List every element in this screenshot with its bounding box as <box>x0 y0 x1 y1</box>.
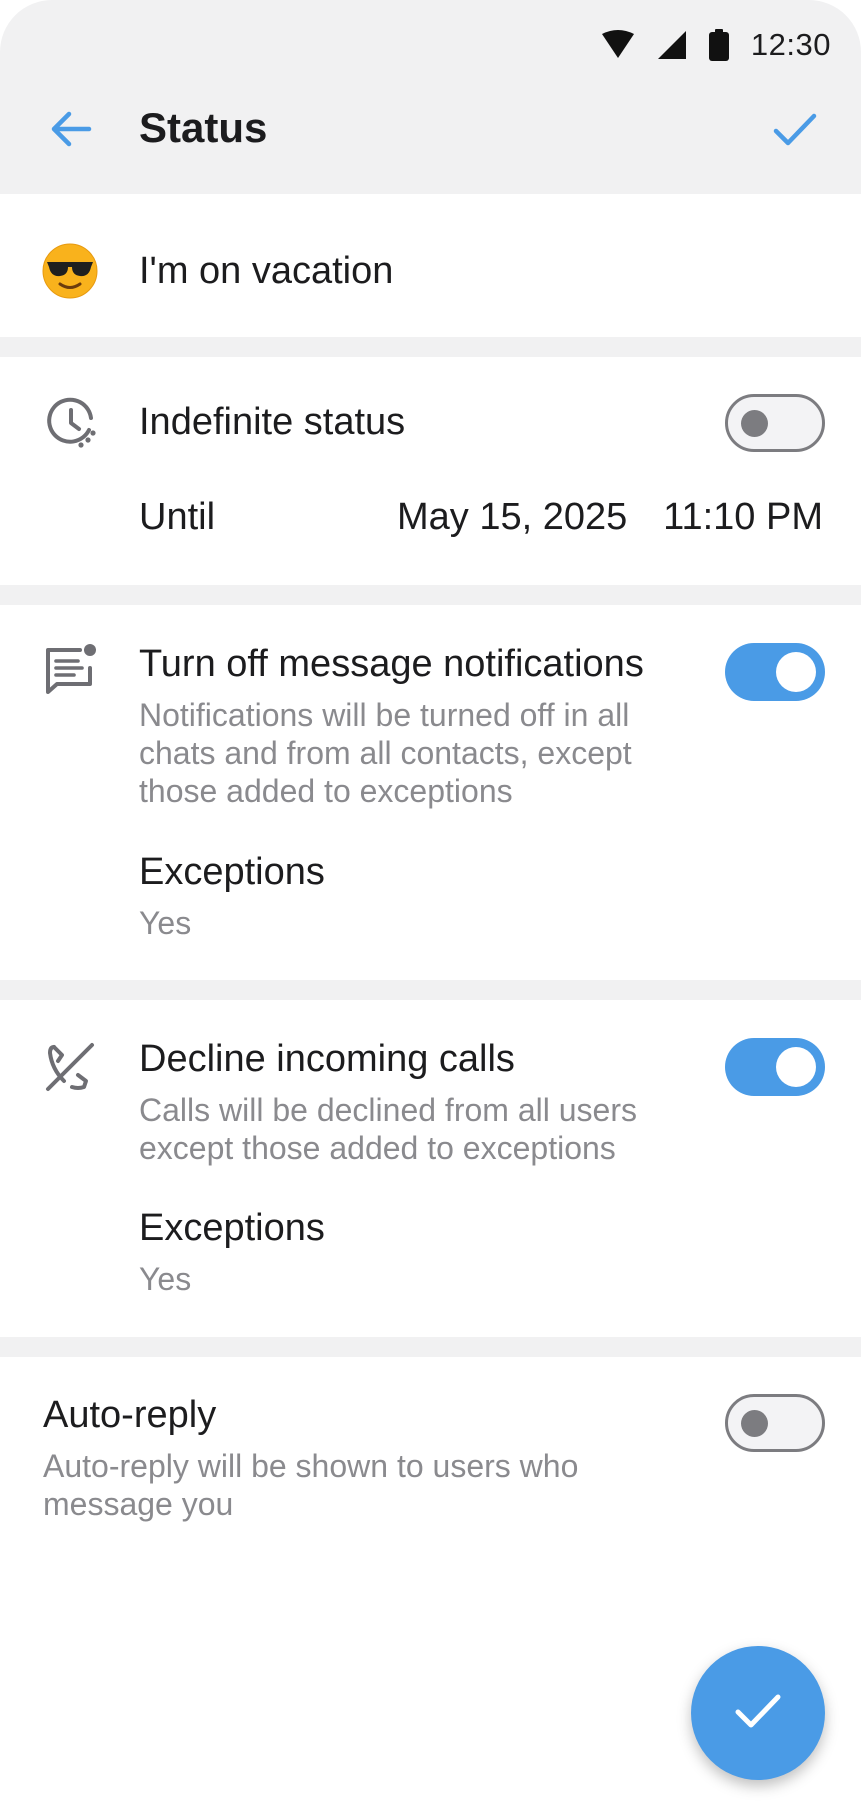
clock-icon <box>43 394 99 450</box>
auto-reply-label: Auto-reply <box>43 1394 217 1436</box>
toggle-knob <box>741 1410 768 1437</box>
checkmark-icon <box>734 1692 782 1735</box>
until-time[interactable]: 11:10 PM <box>663 494 823 540</box>
checkmark-icon <box>772 112 818 153</box>
wifi-icon <box>601 30 635 60</box>
toggle-knob <box>776 1047 816 1087</box>
toggle-knob <box>741 410 768 437</box>
notifications-label: Turn off message notifications <box>139 643 644 685</box>
back-button[interactable] <box>36 96 106 166</box>
status-bar: 12:30 <box>601 22 831 68</box>
confirm-button[interactable] <box>757 94 833 170</box>
phone-off-icon <box>43 1038 99 1094</box>
section-divider <box>0 1337 861 1357</box>
exceptions-value: Yes <box>139 905 192 941</box>
section-divider <box>0 337 861 357</box>
toggle-knob <box>776 652 816 692</box>
decline-calls-label: Decline incoming calls <box>139 1038 515 1080</box>
clock-time: 12:30 <box>750 27 831 62</box>
page-title: Status <box>139 104 268 151</box>
sunglasses-emoji-icon[interactable] <box>42 243 98 299</box>
notifications-toggle[interactable] <box>725 643 825 701</box>
indefinite-status-toggle[interactable] <box>725 394 825 452</box>
message-notification-icon <box>43 641 99 697</box>
exceptions-value: Yes <box>139 1261 192 1297</box>
phone-screen: 12:30 Status I'm on vacation Indefinite … <box>0 0 861 1816</box>
cellular-signal-icon <box>657 30 687 60</box>
auto-reply-toggle[interactable] <box>725 1394 825 1452</box>
decline-calls-toggle[interactable] <box>725 1038 825 1096</box>
decline-calls-description: Calls will be declined from all users ex… <box>139 1092 637 1166</box>
exceptions-label: Exceptions <box>139 851 325 893</box>
arrow-left-icon <box>49 109 93 154</box>
section-divider <box>0 980 861 1000</box>
battery-icon <box>708 29 729 61</box>
exceptions-label: Exceptions <box>139 1207 325 1249</box>
app-bar: 12:30 Status <box>0 0 861 194</box>
notifications-description: Notifications will be turned off in all … <box>139 697 632 809</box>
save-fab-button[interactable] <box>691 1646 825 1780</box>
status-text-input[interactable]: I'm on vacation <box>139 248 393 294</box>
indefinite-status-label: Indefinite status <box>139 401 406 443</box>
auto-reply-description: Auto-reply will be shown to users who me… <box>43 1448 579 1522</box>
section-divider <box>0 585 861 605</box>
until-label: Until <box>139 496 216 538</box>
until-date[interactable]: May 15, 2025 <box>397 494 627 540</box>
